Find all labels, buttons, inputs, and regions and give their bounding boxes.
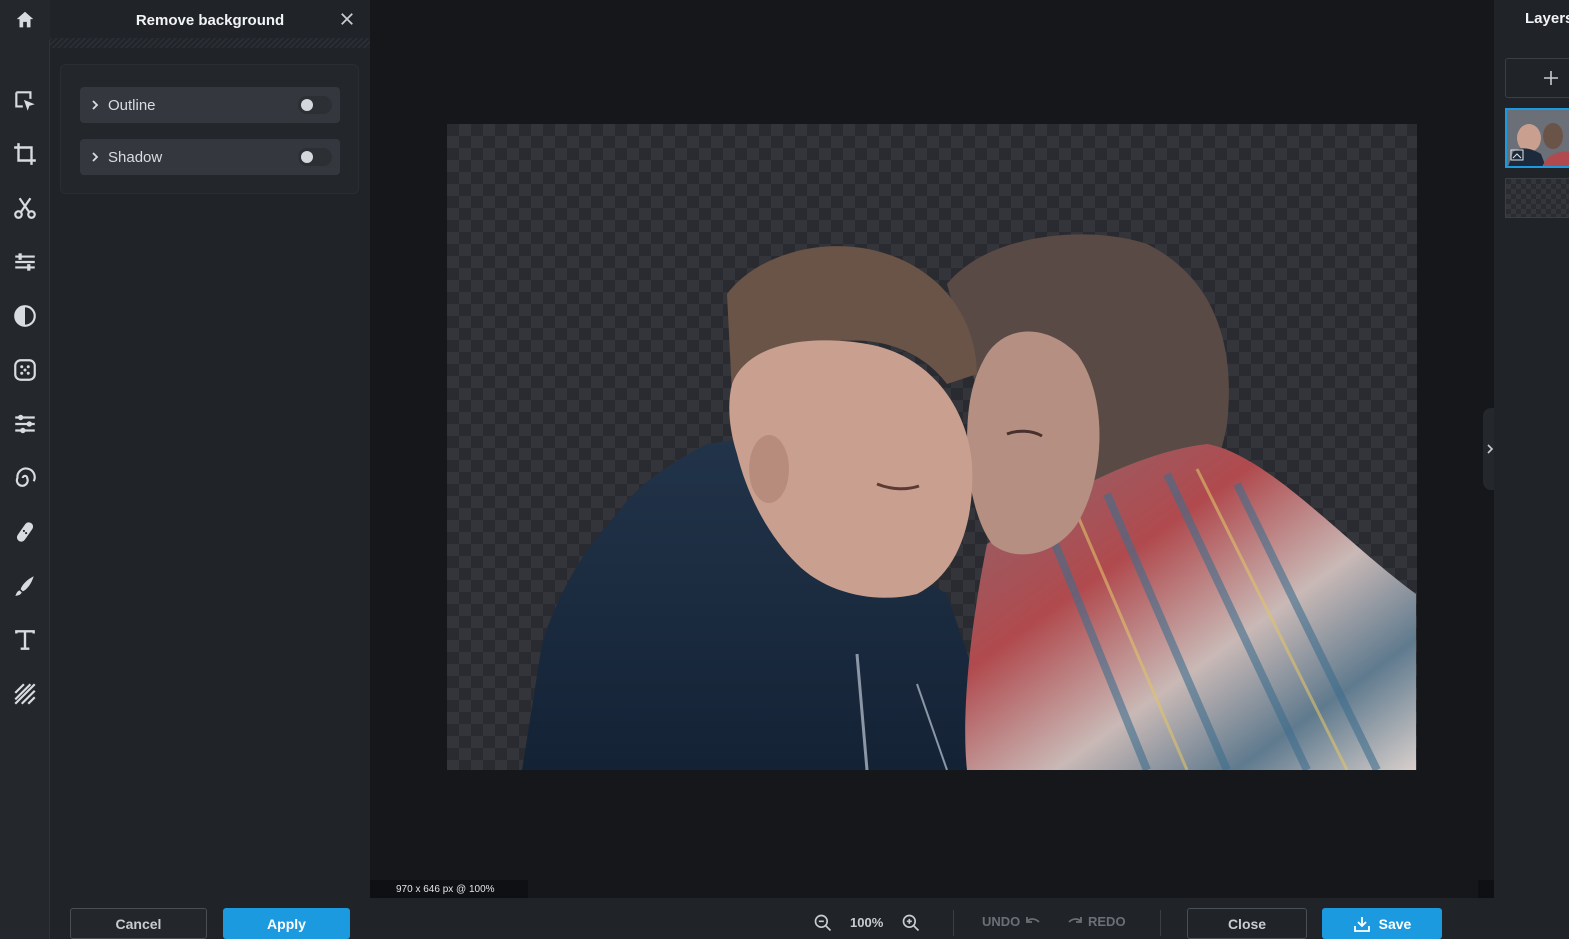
cutout-photo xyxy=(522,234,1416,770)
retouch-icon xyxy=(15,414,35,434)
canvas-size-info: 970 x 646 px @ 100% xyxy=(370,880,528,898)
adjust-icon xyxy=(15,253,35,271)
crop-icon xyxy=(14,143,36,165)
divider xyxy=(953,910,954,936)
canvas-image[interactable] xyxy=(447,124,1417,770)
redo-label: REDO xyxy=(1088,914,1126,929)
arrange-icon xyxy=(15,91,35,111)
layer-thumbnail-photo[interactable] xyxy=(1505,108,1569,168)
filters-icon xyxy=(14,359,36,381)
shadow-toggle[interactable] xyxy=(298,148,332,166)
text-icon xyxy=(15,630,35,650)
close-button[interactable]: Close xyxy=(1187,908,1307,939)
panel-title: Remove background xyxy=(135,11,285,29)
filters-tool[interactable] xyxy=(0,349,50,391)
panel-header: Remove background xyxy=(50,0,370,48)
layers-title: Layers xyxy=(1525,10,1569,27)
header-divider xyxy=(50,38,370,48)
draw-tool[interactable] xyxy=(0,565,50,607)
chevron-right-icon xyxy=(1487,444,1494,454)
zoom-in-icon[interactable] xyxy=(901,913,921,933)
close-icon[interactable] xyxy=(338,10,356,28)
redo-icon xyxy=(1068,916,1082,923)
download-icon xyxy=(1353,916,1370,932)
liquify-tool[interactable] xyxy=(0,457,50,499)
toggle-knob xyxy=(301,99,313,111)
arrange-tool[interactable] xyxy=(0,80,50,122)
plus-icon xyxy=(1544,71,1558,85)
apply-button[interactable]: Apply xyxy=(223,908,350,939)
undo-icon xyxy=(1026,916,1040,923)
retouch-tool[interactable] xyxy=(0,403,50,445)
heal-tool[interactable] xyxy=(0,511,50,553)
redo-button[interactable]: REDO xyxy=(1067,914,1126,929)
save-button[interactable]: Save xyxy=(1322,908,1442,939)
undo-label: UNDO xyxy=(982,914,1021,929)
shadow-label: Shadow xyxy=(108,148,163,166)
remove-background-panel: Remove background Outline Shadow Cancel … xyxy=(50,0,370,939)
outline-toggle[interactable] xyxy=(298,96,332,114)
crop-tool[interactable] xyxy=(0,133,50,175)
layer-thumbnail-transparent[interactable] xyxy=(1505,178,1569,218)
layer-preview xyxy=(1507,110,1569,166)
adjust-tool[interactable] xyxy=(0,241,50,283)
heal-icon xyxy=(16,522,34,542)
text-tool[interactable] xyxy=(0,619,50,661)
effects-tool[interactable] xyxy=(0,295,50,337)
shadow-option[interactable]: Shadow xyxy=(80,139,340,175)
zoom-out-icon[interactable] xyxy=(813,913,833,933)
cutout-icon xyxy=(14,197,36,219)
cutout-tool[interactable] xyxy=(0,187,50,229)
add-layer-button[interactable] xyxy=(1505,58,1569,98)
outline-label: Outline xyxy=(108,96,156,114)
zoom-level[interactable]: 100% xyxy=(850,915,883,930)
cancel-button[interactable]: Cancel xyxy=(70,908,207,939)
left-toolbar xyxy=(0,0,50,939)
home-icon xyxy=(16,11,34,28)
layers-panel: Layers xyxy=(1494,0,1569,939)
pattern-tool[interactable] xyxy=(0,673,50,715)
effects-icon xyxy=(14,305,36,327)
workspace-corner xyxy=(1478,880,1494,898)
home-button[interactable] xyxy=(0,0,50,40)
options-box: Outline Shadow xyxy=(60,64,359,194)
outline-option[interactable]: Outline xyxy=(80,87,340,123)
divider xyxy=(1160,910,1161,936)
save-label: Save xyxy=(1378,915,1412,932)
chevron-right-icon xyxy=(92,100,99,110)
chevron-right-icon xyxy=(92,152,99,162)
pattern-icon xyxy=(14,683,36,705)
toggle-knob xyxy=(301,151,313,163)
panel-footer: Cancel Apply xyxy=(50,898,370,939)
draw-icon xyxy=(15,576,34,596)
canvas-workspace: 970 x 646 px @ 100% xyxy=(370,0,1494,898)
liquify-icon xyxy=(15,467,36,487)
undo-button[interactable]: UNDO xyxy=(982,914,1041,929)
photo-editor-app: Remove background Outline Shadow Cancel … xyxy=(0,0,1569,939)
bottom-bar: 100% UNDO REDO Close Save xyxy=(370,898,1569,939)
